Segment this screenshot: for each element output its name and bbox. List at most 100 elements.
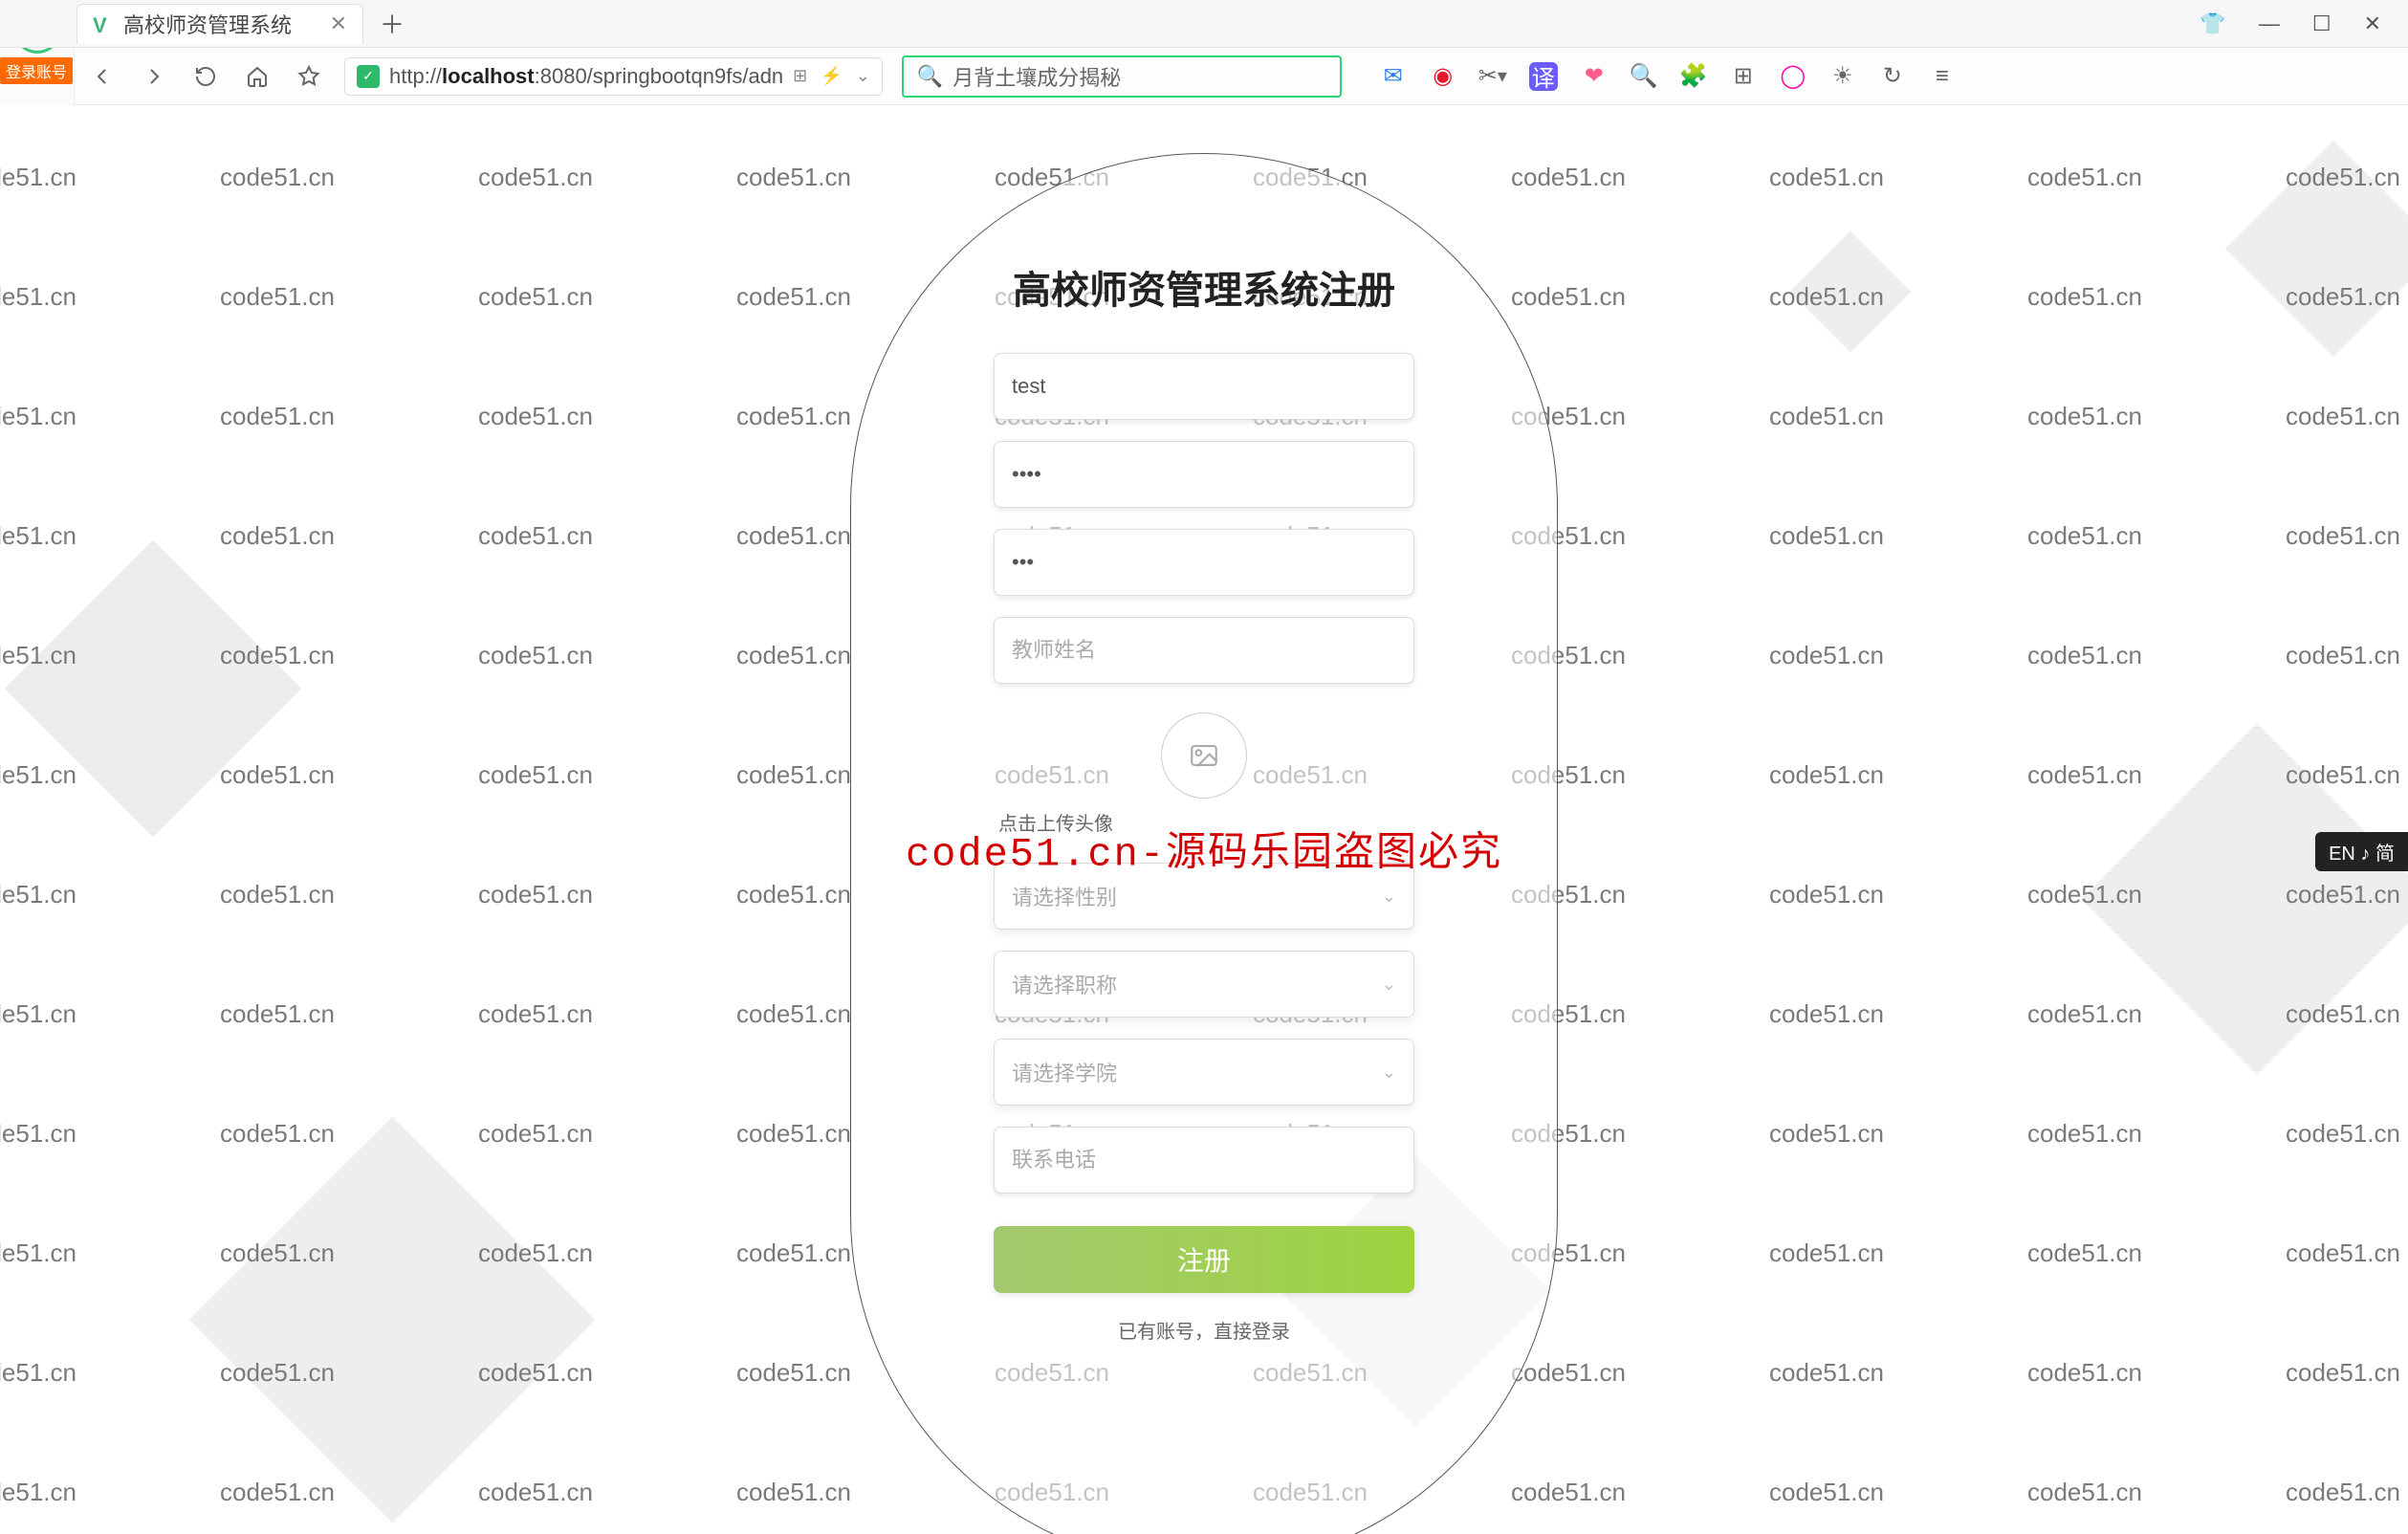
watermark-text: code51.cn bbox=[0, 402, 77, 431]
close-icon[interactable]: ✕ bbox=[2364, 11, 2381, 36]
watermark-text: code51.cn bbox=[2286, 880, 2400, 909]
scissors-icon[interactable]: ✂▾ bbox=[1479, 63, 1506, 90]
register-button[interactable]: 注册 bbox=[994, 1226, 1414, 1293]
watermark-text: code51.cn bbox=[1769, 760, 1884, 790]
watermark-text: code51.cn bbox=[1769, 999, 1884, 1029]
qr-icon[interactable]: ⊞ bbox=[793, 66, 807, 86]
watermark-text: code51.cn bbox=[478, 1238, 593, 1268]
login-badge[interactable]: 登录账号 bbox=[0, 57, 73, 84]
watermark-text: code51.cn bbox=[2027, 163, 2142, 192]
phone-input[interactable] bbox=[994, 1127, 1414, 1194]
watermark-text: code51.cn bbox=[736, 880, 851, 909]
watermark-text: code51.cn bbox=[736, 402, 851, 431]
watermark-text: code51.cn bbox=[1769, 1119, 1884, 1149]
url-text: http://localhost:8080/springbootqn9fs/ad… bbox=[389, 64, 783, 89]
watermark-text: code51.cn bbox=[736, 760, 851, 790]
browser-search-input[interactable]: 🔍 月背土壤成分揭秘 bbox=[902, 55, 1342, 98]
theme-icon[interactable]: ☀ bbox=[1829, 63, 1856, 90]
watermark-text: code51.cn bbox=[478, 282, 593, 312]
watermark-text: code51.cn bbox=[2286, 760, 2400, 790]
rank-select[interactable]: 请选择职称 ⌄ bbox=[994, 951, 1414, 1018]
forward-button[interactable] bbox=[138, 60, 170, 93]
ai-badge-icon[interactable]: ◯ bbox=[1780, 63, 1806, 90]
reload-button[interactable] bbox=[189, 60, 222, 93]
username-input[interactable] bbox=[994, 353, 1414, 420]
password-input[interactable] bbox=[994, 441, 1414, 508]
watermark-text: code51.cn bbox=[2286, 1358, 2400, 1388]
watermark-text: code51.cn bbox=[1769, 1358, 1884, 1388]
heart-icon[interactable]: ❤ bbox=[1581, 63, 1608, 90]
watermark-text: code51.cn bbox=[2027, 1119, 2142, 1149]
watermark-text: code51.cn bbox=[2286, 1478, 2400, 1507]
mail-icon[interactable]: ✉ bbox=[1380, 63, 1407, 90]
watermark-text: code51.cn bbox=[220, 1238, 335, 1268]
menu-icon[interactable]: ≡ bbox=[1929, 63, 1956, 90]
wardrobe-icon[interactable]: 👕 bbox=[2200, 11, 2225, 36]
home-button[interactable] bbox=[241, 60, 274, 93]
watermark-text: code51.cn bbox=[1769, 1478, 1884, 1507]
watermark-text: code51.cn bbox=[478, 760, 593, 790]
flash-icon[interactable]: ⚡ bbox=[821, 66, 842, 86]
new-tab-button[interactable]: ＋ bbox=[375, 7, 409, 41]
watermark-text: code51.cn bbox=[220, 1478, 335, 1507]
search-tool-icon[interactable]: 🔍 bbox=[1631, 63, 1657, 90]
watermark-text: code51.cn bbox=[478, 641, 593, 670]
watermark-text: code51.cn bbox=[0, 282, 77, 312]
watermark-text: code51.cn bbox=[736, 1238, 851, 1268]
watermark-text: code51.cn bbox=[0, 999, 77, 1029]
translate-icon[interactable]: 译 bbox=[1529, 62, 1558, 91]
apps-icon[interactable]: ⊞ bbox=[1730, 63, 1757, 90]
watermark-text: code51.cn bbox=[1769, 641, 1884, 670]
watermark-text: code51.cn bbox=[0, 880, 77, 909]
avatar-upload-button[interactable] bbox=[1161, 712, 1247, 799]
teacher-name-input[interactable] bbox=[994, 617, 1414, 684]
tab-title: 高校师资管理系统 bbox=[123, 9, 292, 39]
chevron-down-icon: ⌄ bbox=[1382, 975, 1396, 995]
watermark-text: code51.cn bbox=[1769, 163, 1884, 192]
watermark-text: code51.cn bbox=[220, 1358, 335, 1388]
watermark-text: code51.cn bbox=[736, 1478, 851, 1507]
watermark-text: code51.cn bbox=[2286, 641, 2400, 670]
weibo-icon[interactable]: ◉ bbox=[1430, 63, 1456, 90]
tab-favicon-icon: V bbox=[93, 13, 114, 34]
watermark-text: code51.cn bbox=[736, 641, 851, 670]
gender-select-placeholder: 请选择性别 bbox=[1012, 881, 1117, 911]
watermark-text: code51.cn bbox=[2286, 1119, 2400, 1149]
watermark-text: code51.cn bbox=[478, 999, 593, 1029]
watermark-text: code51.cn bbox=[220, 163, 335, 192]
maximize-icon[interactable]: ☐ bbox=[2312, 11, 2331, 36]
back-button[interactable] bbox=[86, 60, 119, 93]
login-link[interactable]: 已有账号，直接登录 bbox=[1118, 1316, 1290, 1344]
refresh-ext-icon[interactable]: ↻ bbox=[1879, 63, 1906, 90]
watermark-text: code51.cn bbox=[2027, 880, 2142, 909]
extensions-icon[interactable]: 🧩 bbox=[1680, 63, 1707, 90]
password-confirm-input[interactable] bbox=[994, 529, 1414, 596]
tab-close-icon[interactable]: ✕ bbox=[330, 11, 347, 36]
watermark-text: code51.cn bbox=[736, 521, 851, 551]
chevron-down-icon: ⌄ bbox=[1382, 1063, 1396, 1083]
watermark-text: code51.cn bbox=[2286, 521, 2400, 551]
college-select[interactable]: 请选择学院 ⌄ bbox=[994, 1039, 1414, 1106]
watermark-text: code51.cn bbox=[478, 1358, 593, 1388]
browser-tab[interactable]: V 高校师资管理系统 ✕ bbox=[77, 4, 363, 44]
window-controls: 👕 — ☐ ✕ bbox=[2200, 11, 2408, 36]
toolbar-icons: ✉ ◉ ✂▾ 译 ❤ 🔍 🧩 ⊞ ◯ ☀ ↻ ≡ bbox=[1380, 62, 1956, 91]
chevron-down-icon[interactable]: ⌄ bbox=[856, 66, 870, 86]
tabs-bar: V 高校师资管理系统 ✕ ＋ 👕 — ☐ ✕ bbox=[0, 0, 2408, 48]
minimize-icon[interactable]: — bbox=[2259, 11, 2280, 36]
watermark-text: code51.cn bbox=[220, 521, 335, 551]
ime-badge[interactable]: EN ♪ 简 bbox=[2315, 832, 2408, 871]
watermark-text: code51.cn bbox=[220, 641, 335, 670]
watermark-text: code51.cn bbox=[220, 402, 335, 431]
watermark-text: code51.cn bbox=[2286, 163, 2400, 192]
favorite-button[interactable] bbox=[293, 60, 325, 93]
search-placeholder: 月背土壤成分揭秘 bbox=[952, 61, 1121, 92]
watermark-text: code51.cn bbox=[1511, 1358, 1626, 1388]
watermark-text: code51.cn bbox=[2027, 999, 2142, 1029]
watermark-text: code51.cn bbox=[0, 641, 77, 670]
watermark-text: code51.cn bbox=[0, 1119, 77, 1149]
rank-select-placeholder: 请选择职称 bbox=[1012, 969, 1117, 999]
watermark-text: code51.cn bbox=[1769, 1238, 1884, 1268]
url-input[interactable]: ✓ http://localhost:8080/springbootqn9fs/… bbox=[344, 57, 883, 96]
shield-icon: ✓ bbox=[357, 65, 380, 88]
